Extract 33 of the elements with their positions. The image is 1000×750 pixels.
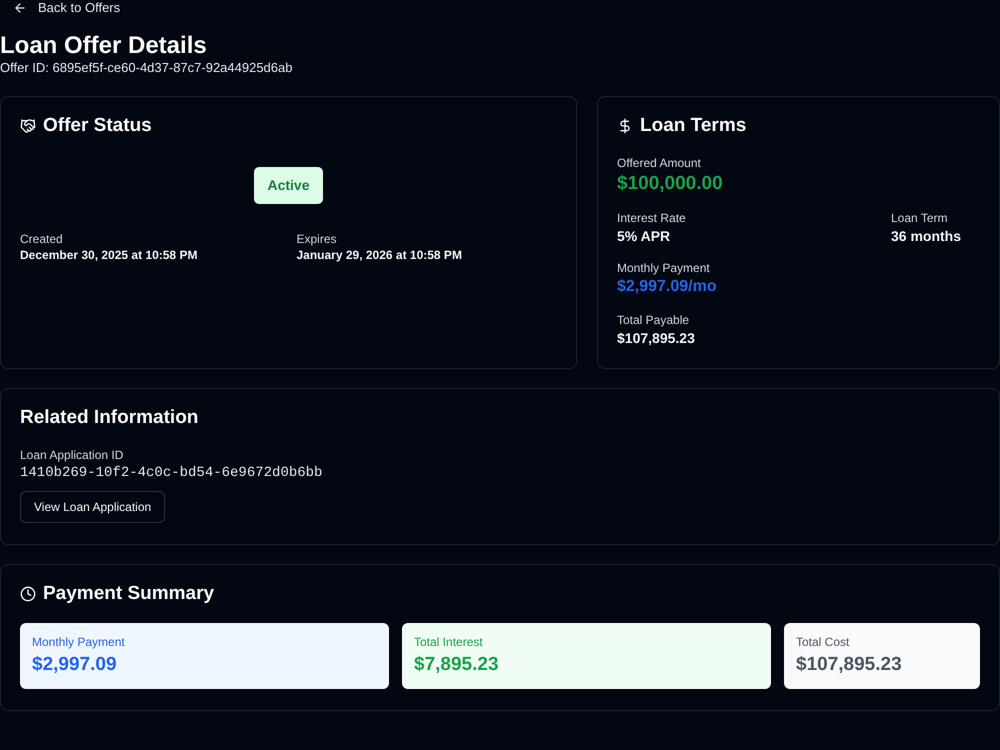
field-value: $2,997.09/mo: [617, 277, 717, 297]
field-value: 5% APR: [617, 227, 670, 245]
field-label: Total Payable: [617, 313, 690, 327]
handshake-icon: [20, 118, 36, 134]
tile-label: Total Cost: [796, 635, 850, 649]
tile-value: $2,997.09: [32, 653, 117, 677]
clock-icon: [20, 586, 36, 602]
field-label: Loan Application ID: [20, 448, 124, 462]
view-application-button[interactable]: View Loan Application: [20, 491, 166, 523]
date-value: January 29, 2026 at 10:58 PM: [296, 248, 462, 262]
page-title: Loan Offer Details: [0, 32, 207, 60]
back-link[interactable]: Back to Offers: [0, 0, 120, 15]
field-value: $100,000.00: [617, 172, 723, 195]
status-badge: Active: [254, 167, 323, 204]
tile-value: $107,895.23: [796, 653, 902, 677]
tile-label: Total Interest: [414, 635, 483, 649]
field-label: Expires: [296, 232, 337, 246]
tile-value: $7,895.23: [414, 653, 499, 677]
card-title: Payment Summary: [43, 582, 214, 606]
card-title: Offer Status: [43, 114, 152, 138]
date-value: December 30, 2025 at 10:58 PM: [20, 248, 198, 262]
tile-label: Monthly Payment: [32, 635, 125, 649]
field-value: 36 months: [891, 227, 962, 245]
field-label: Offered Amount: [617, 156, 701, 170]
field-label: Interest Rate: [617, 211, 686, 225]
card-title: Related Information: [20, 406, 198, 430]
field-label: Created: [20, 232, 63, 246]
field-label: Monthly Payment: [617, 261, 710, 275]
card-title: Loan Terms: [640, 114, 746, 138]
application-id-text: 1410b269-10f2-4c0c-bd54-6e9672d0b6bb: [20, 464, 322, 482]
offer-id-text: Offer ID: 6895ef5f-ce60-4d37-87c7-92a44925d6ab: [0, 60, 292, 76]
field-label: Loan Term: [891, 211, 948, 225]
field-value: $107,895.23: [617, 329, 695, 347]
